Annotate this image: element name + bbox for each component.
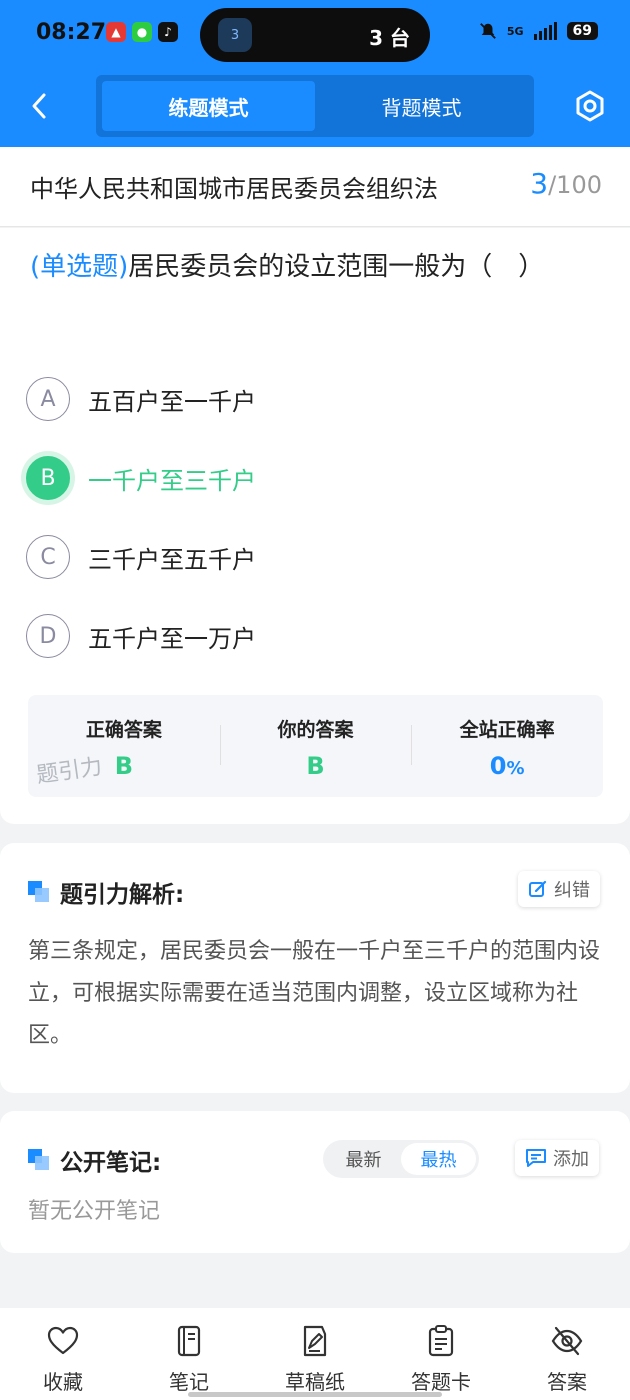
question-progress[interactable]: 3/100 — [530, 167, 602, 200]
edit-icon — [529, 880, 547, 897]
mode-tabs: 练题模式 背题模式 — [96, 75, 534, 137]
answer-summary: 正确答案 B 题引力 你的答案 B 全站正确率 0% — [28, 695, 603, 797]
status-time: 08:27 — [36, 20, 107, 45]
analysis-text: 第三条规定，居民委员会一般在一千户至三千户的范围内设立，可根据实际需要在适当范围… — [28, 939, 601, 1048]
draft-icon — [303, 1325, 327, 1357]
app-header: 08:27 ▲ ● ♪ 3 3 台 5G 69 练题模式 背题模式 — [0, 0, 630, 147]
accuracy-rate-label: 全站正确率 — [459, 719, 555, 741]
settings-icon[interactable] — [574, 90, 606, 122]
accuracy-rate-value: 0% — [411, 752, 603, 780]
your-answer-label: 你的答案 — [277, 719, 354, 741]
question-stem: (单选题)居民委员会的设立范围一般为（ ） — [30, 244, 590, 290]
option-text: 五百户至一千户 — [88, 387, 256, 416]
show-answer-button[interactable]: 答案 — [504, 1308, 630, 1400]
option-letter: A — [26, 377, 70, 421]
question-card: (单选题)居民委员会的设立范围一般为（ ） A 五百户至一千户 B 一千户至三千… — [0, 228, 630, 824]
answer-sheet-button[interactable]: 答题卡 — [378, 1308, 504, 1400]
network-type: 5G — [506, 24, 524, 38]
accuracy-rate-unit: % — [506, 758, 525, 779]
correct-answer-col: 正确答案 B 题引力 — [28, 695, 220, 797]
tab-practice-mode[interactable]: 练题模式 — [102, 81, 315, 131]
eye-off-icon — [551, 1326, 583, 1356]
accuracy-rate-number: 0 — [489, 752, 507, 780]
option-b[interactable]: B 一千户至三千户 — [26, 453, 586, 503]
public-notes-card: 公开笔记: 最新 最热 添加 暂无公开笔记 — [0, 1111, 630, 1253]
status-app-icons: ▲ ● ♪ — [106, 22, 178, 42]
accuracy-rate-col: 全站正确率 0% — [411, 695, 603, 797]
your-answer-col: 你的答案 B — [219, 695, 412, 797]
option-c[interactable]: C 三千户至五千户 — [26, 532, 586, 582]
option-a[interactable]: A 五百户至一千户 — [26, 374, 586, 424]
notes-title: 公开笔记: — [60, 1150, 162, 1176]
draft-paper-label: 草稿纸 — [285, 1370, 345, 1394]
status-bar: 08:27 ▲ ● ♪ 3 3 台 5G 69 — [0, 0, 630, 70]
app-notification-icon: ▲ — [106, 22, 126, 42]
correct-answer-label: 正确答案 — [85, 719, 162, 741]
battery-level: 69 — [566, 22, 598, 40]
notes-button[interactable]: 笔记 — [126, 1308, 252, 1400]
answer-sheet-icon — [428, 1325, 454, 1357]
notes-sort-toggle: 最新 最热 — [323, 1140, 479, 1178]
broadcast-icon: 3 — [218, 18, 252, 52]
answer-sheet-label: 答题卡 — [411, 1370, 471, 1394]
option-letter: B — [26, 456, 70, 500]
status-right: 5G 69 — [479, 22, 598, 40]
island-badge: 3 — [230, 27, 240, 43]
total-questions: /100 — [548, 171, 602, 199]
notes-empty-text: 暂无公开笔记 — [28, 1199, 161, 1224]
analysis-title: 题引力解析: — [60, 882, 185, 908]
back-icon[interactable] — [24, 89, 58, 123]
sort-hot[interactable]: 最热 — [401, 1143, 476, 1175]
favorite-button[interactable]: 收藏 — [0, 1308, 126, 1400]
your-answer-value: B — [306, 752, 325, 780]
tab-memorize-mode[interactable]: 背题模式 — [315, 81, 528, 131]
exam-title[interactable]: 中华人民共和国城市居民委员会组织法 — [30, 169, 500, 204]
favorite-label: 收藏 — [43, 1370, 83, 1394]
island-text: 3 台 — [369, 26, 410, 50]
section-square-icon — [28, 881, 50, 903]
heart-icon — [47, 1326, 79, 1355]
notebook-icon — [177, 1325, 201, 1357]
signal-icon — [533, 22, 557, 40]
option-text: 三千户至五千户 — [88, 545, 256, 574]
home-indicator[interactable] — [188, 1392, 442, 1397]
show-answer-label: 答案 — [547, 1370, 587, 1394]
add-note-button[interactable]: 添加 — [515, 1140, 599, 1176]
report-error-label: 纠错 — [554, 880, 590, 901]
analysis-header: 题引力解析: — [28, 875, 184, 909]
analysis-card: 题引力解析: 纠错 第三条规定，居民委员会一般在一千户至三千户的范围内设立，可根… — [0, 843, 630, 1093]
mute-bell-icon — [479, 23, 496, 39]
option-letter: C — [26, 535, 70, 579]
option-text: 一千户至三千户 — [88, 466, 256, 495]
wechat-icon: ● — [132, 22, 152, 42]
dynamic-island[interactable]: 3 3 台 — [200, 8, 430, 62]
question-text: 居民委员会的设立范围一般为（ ） — [128, 252, 545, 282]
option-letter: D — [26, 614, 70, 658]
sort-latest[interactable]: 最新 — [326, 1143, 401, 1175]
nav-bar: 练题模式 背题模式 — [0, 75, 630, 137]
bottom-toolbar: 收藏 笔记 草稿纸 答题卡 答案 — [0, 1308, 630, 1400]
tiktok-icon: ♪ — [158, 22, 178, 42]
notes-label: 笔记 — [169, 1370, 209, 1394]
exam-title-row: 中华人民共和国城市居民委员会组织法 3/100 — [0, 147, 630, 227]
add-note-label: 添加 — [553, 1149, 589, 1170]
option-text: 五千户至一万户 — [88, 624, 256, 653]
draft-paper-button[interactable]: 草稿纸 — [252, 1308, 378, 1400]
current-question-number: 3 — [530, 167, 549, 200]
option-d[interactable]: D 五千户至一万户 — [26, 611, 586, 661]
comment-icon — [526, 1149, 546, 1167]
notes-header: 公开笔记: — [28, 1143, 161, 1177]
report-error-button[interactable]: 纠错 — [518, 871, 600, 907]
section-square-icon — [28, 1149, 50, 1171]
question-type: (单选题) — [30, 252, 129, 282]
